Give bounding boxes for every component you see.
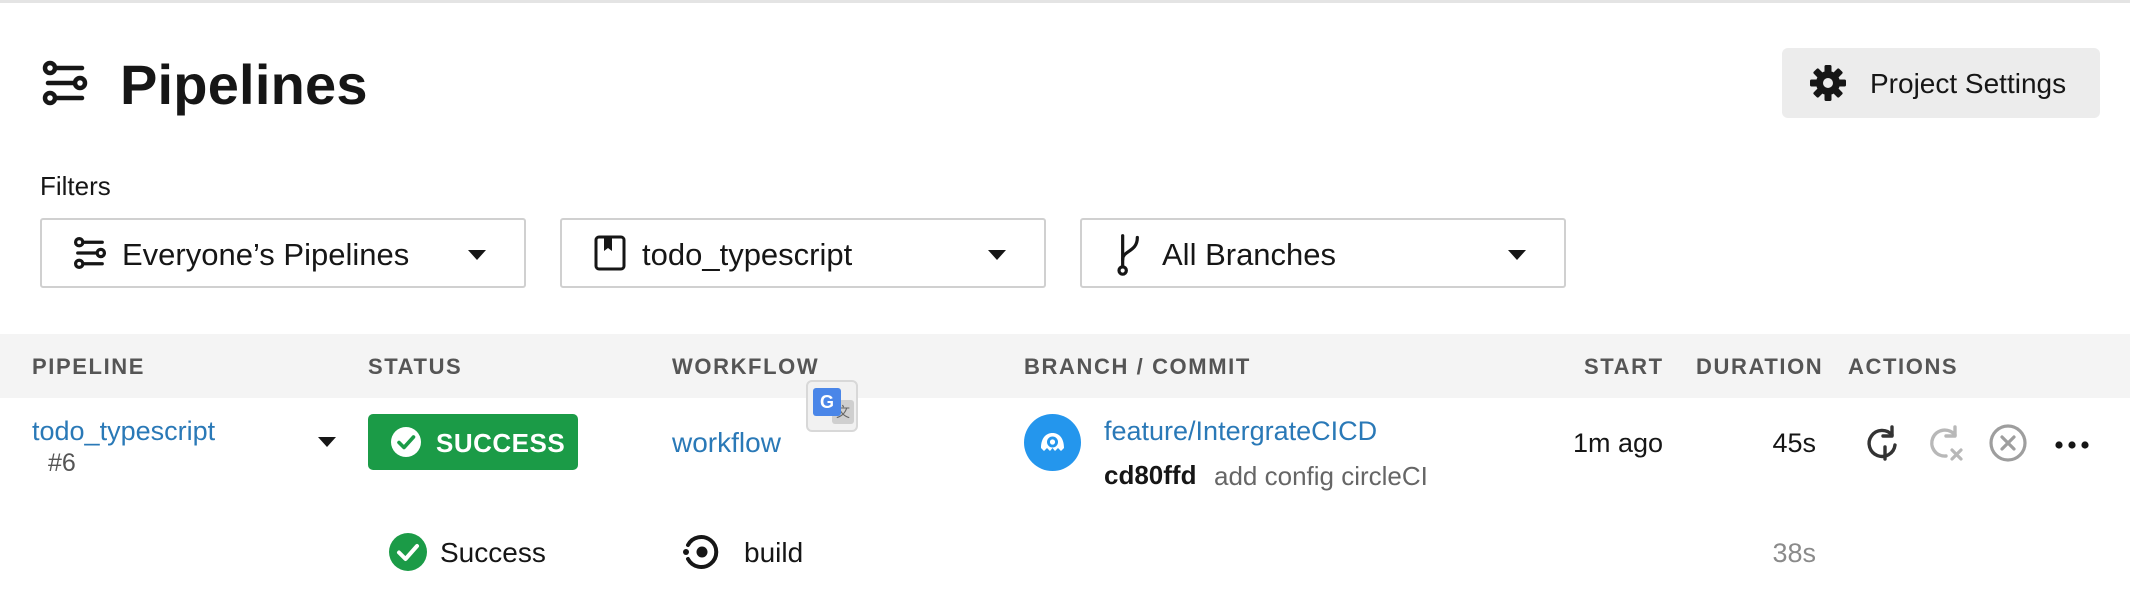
more-options-icon[interactable] xyxy=(2052,423,2092,463)
column-duration: DURATION xyxy=(1696,354,1824,379)
job-name-link[interactable]: build xyxy=(744,537,803,569)
job-icon xyxy=(683,535,719,569)
chevron-down-icon[interactable] xyxy=(318,437,336,447)
pipelines-icon xyxy=(73,236,107,270)
filter-project-label: todo_typescript xyxy=(642,237,853,272)
duration: 45s xyxy=(1772,428,1816,458)
column-actions: ACTIONS xyxy=(1848,354,1959,379)
start-time: 1m ago xyxy=(1572,428,1663,458)
pipeline-name-link[interactable]: todo_typescript xyxy=(32,416,215,447)
commit-hash[interactable]: cd80ffd xyxy=(1104,460,1196,491)
rerun-failed-icon[interactable] xyxy=(1925,423,1965,463)
column-pipeline: PIPELINE xyxy=(32,354,146,379)
filter-pipelines-dropdown[interactable]: Everyone’s Pipelines xyxy=(40,218,526,288)
top-divider xyxy=(0,0,2130,3)
branch-link[interactable]: feature/IntergrateCICD xyxy=(1104,416,1377,447)
column-start: START xyxy=(1584,354,1664,379)
column-workflow: WORKFLOW xyxy=(672,354,820,379)
filter-branch-dropdown[interactable]: All Branches xyxy=(1080,218,1566,288)
workflow-link[interactable]: workflow xyxy=(672,427,781,459)
chevron-down-icon xyxy=(468,250,486,260)
filter-pipelines-label: Everyone’s Pipelines xyxy=(122,237,410,272)
bookmark-icon xyxy=(594,235,626,271)
check-circle-icon xyxy=(389,533,427,571)
rerun-icon[interactable] xyxy=(1862,423,1902,463)
page-header: Pipelines Project Settings xyxy=(40,38,2100,128)
pipeline-number: #6 xyxy=(48,449,76,477)
job-status: Success xyxy=(440,537,546,568)
chevron-down-icon xyxy=(988,250,1006,260)
translate-icon[interactable]: 文 G xyxy=(806,380,858,432)
avatar xyxy=(1024,414,1081,471)
project-settings-button[interactable]: Project Settings xyxy=(1782,48,2100,118)
project-settings-label: Project Settings xyxy=(1870,68,2067,99)
translate-source-glyph: G xyxy=(813,388,841,416)
user-avatar-icon xyxy=(1041,433,1064,451)
branch-icon xyxy=(1117,234,1139,276)
cancel-icon[interactable] xyxy=(1988,423,2028,463)
pipelines-icon xyxy=(42,60,88,106)
column-status: STATUS xyxy=(368,354,463,379)
filters-label: Filters xyxy=(40,171,111,201)
job-duration: 38s xyxy=(1772,538,1816,568)
filter-project-dropdown[interactable]: todo_typescript xyxy=(560,218,1046,288)
status-badge-label: SUCCESS xyxy=(436,428,566,458)
commit-message: add config circleCI xyxy=(1214,461,1428,491)
check-circle-icon xyxy=(391,427,421,457)
gear-icon xyxy=(1810,65,1846,101)
status-badge[interactable]: SUCCESS xyxy=(368,414,578,470)
page-title: Pipelines xyxy=(120,53,368,116)
chevron-down-icon xyxy=(1508,250,1526,260)
table-header: PIPELINE STATUS WORKFLOW BRANCH / COMMIT… xyxy=(0,334,2130,398)
filter-branch-label: All Branches xyxy=(1162,237,1337,272)
column-branch-commit: BRANCH / COMMIT xyxy=(1024,354,1251,379)
